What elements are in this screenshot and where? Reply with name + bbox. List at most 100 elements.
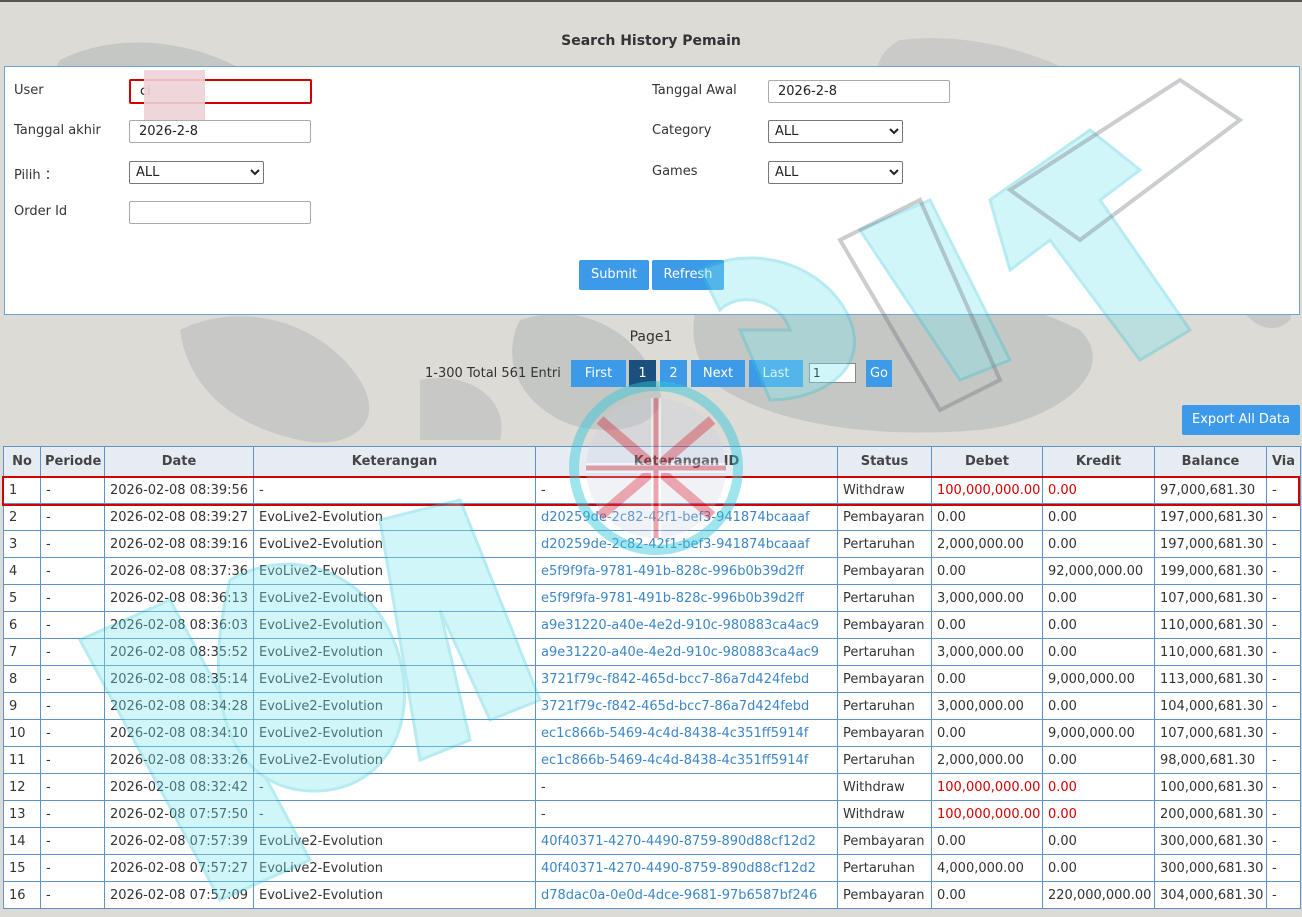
- cell-debet: 4,000,000.00: [931, 854, 1043, 882]
- cell-balance: 107,000,681.30: [1154, 584, 1267, 612]
- cell-no: 11: [3, 746, 41, 774]
- cell-balance: 98,000,681.30: [1154, 746, 1267, 774]
- table-row[interactable]: 12-2026-02-08 08:32:42- - Withdraw 100,000,…: [3, 773, 1301, 801]
- cell-keterangan-id[interactable]: a9e31220-a40e-4e2d-910c-980883ca4ac9: [535, 611, 838, 639]
- cell-periode: -: [40, 746, 105, 774]
- table-row[interactable]: 14-2026-02-08 07:57:39 EvoLive2-Evolution…: [3, 827, 1301, 855]
- entries-count: 1-300 Total 561 Entri: [425, 366, 561, 381]
- cell-keterangan-id[interactable]: d20259de-2c82-42f1-bef3-941874bcaaaf: [535, 503, 838, 531]
- cell-balance: 200,000,681.30: [1154, 800, 1267, 828]
- table-row[interactable]: 1-2026-02-08 08:39:56- - Withdraw 100,000,0…: [3, 476, 1301, 504]
- cell-keterangan: EvoLive2-Evolution: [253, 665, 536, 693]
- table-row[interactable]: 3-2026-02-08 08:39:16 EvoLive2-Evolution d…: [3, 530, 1301, 558]
- table-row[interactable]: 5-2026-02-08 08:36:13 EvoLive2-Evolution e…: [3, 584, 1301, 612]
- col-header-status: Status: [837, 446, 932, 477]
- cell-via: -: [1266, 827, 1301, 855]
- export-all-data-button[interactable]: Export All Data: [1182, 405, 1300, 435]
- cell-status: Withdraw: [837, 773, 932, 801]
- page-1-button[interactable]: 1: [629, 360, 656, 387]
- page-number-input[interactable]: [809, 363, 856, 383]
- table-row[interactable]: 2-2026-02-08 08:39:27 EvoLive2-Evolution d…: [3, 503, 1301, 531]
- cell-via: -: [1266, 854, 1301, 882]
- cell-keterangan-id[interactable]: 3721f79c-f842-465d-bcc7-86a7d424febd: [535, 692, 838, 720]
- cell-no: 9: [3, 692, 41, 720]
- cell-no: 4: [3, 557, 41, 585]
- cell-keterangan: -: [253, 476, 536, 504]
- col-header-keterangan: Keterangan: [253, 446, 536, 477]
- cell-keterangan-id[interactable]: 40f40371-4270-4490-8759-890d88cf12d2: [535, 827, 838, 855]
- cell-keterangan: EvoLive2-Evolution: [253, 827, 536, 855]
- cell-keterangan-id[interactable]: e5f9f9fa-9781-491b-828c-996b0b39d2ff: [535, 557, 838, 585]
- category-select[interactable]: ALL: [768, 120, 903, 143]
- cell-kredit: 0.00: [1042, 503, 1155, 531]
- cell-via: -: [1266, 881, 1301, 909]
- table-row[interactable]: 16-2026-02-08 07:57:09 EvoLive2-Evolution…: [3, 881, 1301, 909]
- games-select[interactable]: ALL: [768, 161, 903, 184]
- cell-kredit: 0.00: [1042, 611, 1155, 639]
- cell-via: -: [1266, 665, 1301, 693]
- table-row[interactable]: 11-2026-02-08 08:33:26 EvoLive2-Evolution…: [3, 746, 1301, 774]
- table-row[interactable]: 6-2026-02-08 08:36:03 EvoLive2-Evolution a…: [3, 611, 1301, 639]
- cell-status: Pembayaran: [837, 557, 932, 585]
- refresh-button[interactable]: Refresh: [652, 260, 724, 290]
- first-page-button[interactable]: First: [571, 360, 626, 387]
- cell-periode: -: [40, 800, 105, 828]
- table-row[interactable]: 10-2026-02-08 08:34:10 EvoLive2-Evolution…: [3, 719, 1301, 747]
- cell-periode: -: [40, 719, 105, 747]
- tanggal-akhir-input[interactable]: [129, 120, 311, 143]
- cell-date: 2026-02-08 08:35:52: [104, 638, 254, 666]
- cell-keterangan-id: -: [535, 773, 838, 801]
- cell-balance: 104,000,681.30: [1154, 692, 1267, 720]
- cell-no: 12: [3, 773, 41, 801]
- page-indicator: Page1: [629, 329, 673, 345]
- cell-balance: 199,000,681.30: [1154, 557, 1267, 585]
- order-id-label: Order Id: [14, 204, 68, 219]
- cell-keterangan-id[interactable]: 40f40371-4270-4490-8759-890d88cf12d2: [535, 854, 838, 882]
- cell-periode: -: [40, 827, 105, 855]
- cell-no: 6: [3, 611, 41, 639]
- cell-debet: 100,000,000.00: [931, 476, 1043, 504]
- cell-keterangan-id[interactable]: ec1c866b-5469-4c4d-8438-4c351ff5914f: [535, 746, 838, 774]
- cell-debet: 0.00: [931, 503, 1043, 531]
- cell-no: 3: [3, 530, 41, 558]
- cell-keterangan-id[interactable]: a9e31220-a40e-4e2d-910c-980883ca4ac9: [535, 638, 838, 666]
- cell-keterangan-id[interactable]: e5f9f9fa-9781-491b-828c-996b0b39d2ff: [535, 584, 838, 612]
- table-row[interactable]: 7-2026-02-08 08:35:52 EvoLive2-Evolution a…: [3, 638, 1301, 666]
- tanggal-awal-input[interactable]: [768, 80, 950, 103]
- submit-button[interactable]: Submit: [579, 260, 649, 290]
- cell-status: Pembayaran: [837, 881, 932, 909]
- cell-keterangan-id[interactable]: d78dac0a-0e0d-4dce-9681-97b6587bf246: [535, 881, 838, 909]
- order-id-input[interactable]: [129, 201, 311, 224]
- table-row[interactable]: 4-2026-02-08 08:37:36 EvoLive2-Evolution e…: [3, 557, 1301, 585]
- pilih-select[interactable]: ALL: [129, 161, 264, 184]
- cell-status: Pembayaran: [837, 611, 932, 639]
- cell-kredit: 0.00: [1042, 746, 1155, 774]
- go-button[interactable]: Go: [866, 360, 892, 387]
- cell-status: Pertaruhan: [837, 854, 932, 882]
- cell-kredit: 220,000,000.00: [1042, 881, 1155, 909]
- cell-balance: 113,000,681.30: [1154, 665, 1267, 693]
- cell-debet: 0.00: [931, 611, 1043, 639]
- col-header-via: Via: [1266, 446, 1301, 477]
- last-page-button[interactable]: Last: [749, 360, 803, 387]
- cell-date: 2026-02-08 07:57:50: [104, 800, 254, 828]
- table-row[interactable]: 13-2026-02-08 07:57:50- - Withdraw 100,000,…: [3, 800, 1301, 828]
- table-row[interactable]: 15-2026-02-08 07:57:27 EvoLive2-Evolution…: [3, 854, 1301, 882]
- cell-status: Pembayaran: [837, 827, 932, 855]
- redacted-overlay: [144, 70, 205, 120]
- tanggal-awal-label: Tanggal Awal: [652, 83, 737, 98]
- next-page-button[interactable]: Next: [691, 360, 745, 387]
- cell-status: Withdraw: [837, 476, 932, 504]
- cell-via: -: [1266, 557, 1301, 585]
- cell-via: -: [1266, 611, 1301, 639]
- cell-keterangan-id[interactable]: d20259de-2c82-42f1-bef3-941874bcaaaf: [535, 530, 838, 558]
- cell-keterangan-id[interactable]: ec1c866b-5469-4c4d-8438-4c351ff5914f: [535, 719, 838, 747]
- table-row[interactable]: 8-2026-02-08 08:35:14 EvoLive2-Evolution 3…: [3, 665, 1301, 693]
- cell-debet: 0.00: [931, 881, 1043, 909]
- cell-debet: 2,000,000.00: [931, 746, 1043, 774]
- table-row[interactable]: 9-2026-02-08 08:34:28 EvoLive2-Evolution 3…: [3, 692, 1301, 720]
- history-table: No Periode Date Keterangan Keterangan ID…: [3, 446, 1301, 909]
- page-2-button[interactable]: 2: [660, 360, 687, 387]
- cell-date: 2026-02-08 08:35:14: [104, 665, 254, 693]
- cell-keterangan-id[interactable]: 3721f79c-f842-465d-bcc7-86a7d424febd: [535, 665, 838, 693]
